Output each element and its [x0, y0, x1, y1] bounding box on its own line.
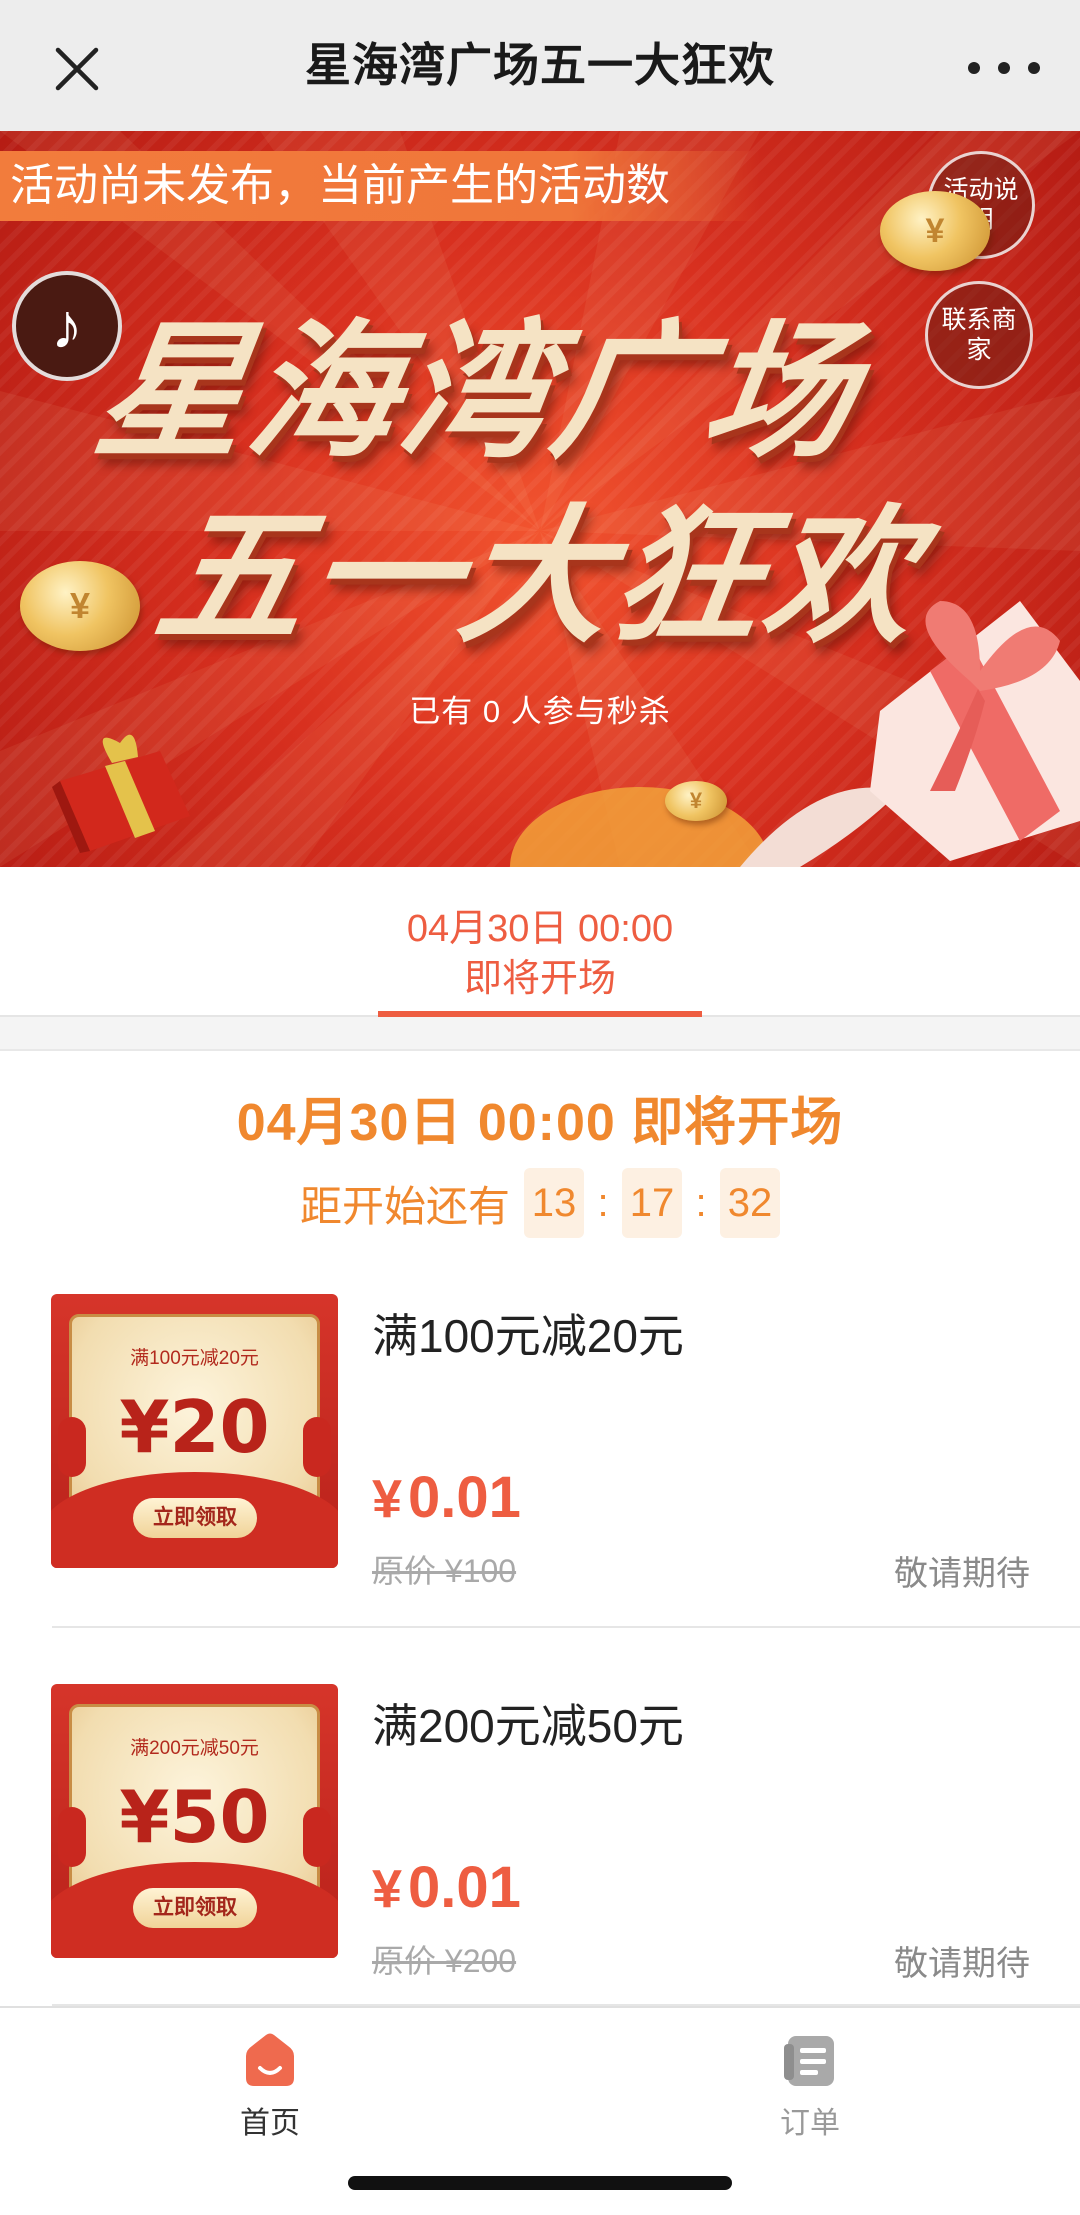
product-status: 敬请期待 — [894, 1945, 1030, 1983]
hero-title-line1: 星海湾广场 — [86, 306, 871, 478]
price-value: 0.01 — [408, 1855, 521, 1920]
product-divider — [52, 1626, 1080, 1628]
countdown-separator: : — [695, 1180, 707, 1225]
product-status: 敬请期待 — [894, 1555, 1030, 1593]
session-time: 04月30日 00:00 — [406, 908, 674, 950]
coin-decoration: ¥ — [20, 561, 140, 651]
countdown-hours: 13 — [524, 1168, 584, 1238]
countdown-headline: 04月30日 00:00 即将开场 — [236, 1094, 844, 1152]
coupon-condition: 满100元减20元 — [130, 1348, 259, 1369]
countdown-timer: 距开始还有 13 : 17 : 32 — [0, 1168, 1080, 1238]
hero-title-line2: 五一大狂欢 — [146, 491, 931, 663]
session-status: 即将开场 — [463, 958, 616, 1000]
currency-symbol: ¥ — [372, 1859, 403, 1919]
coin-decoration: ¥ — [880, 191, 990, 271]
small-gift-decoration — [52, 734, 190, 853]
tab-orders[interactable]: 订单 — [710, 2030, 910, 2150]
notice-strip: 活动尚未发布，当前产生的活动数 — [0, 151, 760, 221]
notice-text: 活动尚未发布，当前产生的活动数 — [10, 161, 670, 210]
page-title: 星海湾广场五一大狂欢 — [305, 39, 775, 91]
coupon-claim-label: 立即领取 — [133, 1498, 257, 1538]
product-price: ¥0.01 — [372, 1854, 521, 1921]
coin-symbol: ¥ — [69, 585, 91, 626]
coupon-image[interactable]: 满200元减50元 ¥50 立即领取 — [51, 1684, 338, 1958]
countdown-minutes: 17 — [622, 1168, 682, 1238]
coupon-amount: ¥50 — [119, 1775, 270, 1859]
coin-symbol: ¥ — [925, 211, 945, 250]
coupon-amount: ¥20 — [119, 1385, 270, 1469]
event-banner: 活动尚未发布，当前产生的活动数 ♪ 活动说明 联系商家 ¥ ¥ ¥ 星海湾广场 … — [0, 131, 1080, 867]
more-dots-icon[interactable] — [968, 48, 1040, 88]
session-tabs: 04月30日 00:00 即将开场 — [0, 867, 1080, 1017]
countdown-label: 距开始还有 — [299, 1182, 510, 1230]
original-price: 原价 ¥200 — [372, 1943, 517, 1979]
countdown-seconds: 32 — [720, 1168, 780, 1238]
tab-home-label: 首页 — [240, 2107, 300, 2140]
top-navbar: 星海湾广场五一大狂欢 — [0, 0, 1080, 131]
countdown-separator: : — [597, 1180, 609, 1225]
session-tab-active[interactable]: 04月30日 00:00 即将开场 — [378, 867, 702, 1017]
close-icon[interactable] — [50, 42, 104, 96]
product-price: ¥0.01 — [372, 1464, 521, 1531]
coupon-image[interactable]: 满100元减20元 ¥20 立即领取 — [51, 1294, 338, 1568]
product-name: 满100元减20元 — [372, 1310, 684, 1362]
coupon-condition: 满200元减50元 — [130, 1738, 259, 1759]
price-value: 0.01 — [408, 1465, 521, 1530]
coin-symbol: ¥ — [689, 788, 703, 813]
product-name: 满200元减50元 — [372, 1700, 684, 1752]
currency-symbol: ¥ — [372, 1469, 403, 1529]
product-item[interactable]: 满200元减50元 ¥50 立即领取 满200元减50元 ¥0.01 原价 ¥2… — [0, 1658, 1080, 2018]
coin-decoration: ¥ — [665, 781, 727, 821]
home-indicator — [348, 2176, 732, 2190]
home-icon — [246, 2033, 294, 2086]
product-item[interactable]: 满100元减20元 ¥20 立即领取 满100元减20元 ¥0.01 原价 ¥1… — [0, 1268, 1080, 1628]
section-gap — [0, 1017, 1080, 1051]
orders-icon — [784, 2036, 834, 2086]
participant-count: 已有 0 人参与秒杀 — [409, 694, 671, 729]
tab-home[interactable]: 首页 — [170, 2030, 370, 2150]
contact-merchant-button[interactable]: 联系商家 — [925, 281, 1033, 389]
tab-orders-label: 订单 — [780, 2107, 840, 2140]
coupon-claim-label: 立即领取 — [133, 1888, 257, 1928]
original-price: 原价 ¥100 — [372, 1553, 517, 1589]
